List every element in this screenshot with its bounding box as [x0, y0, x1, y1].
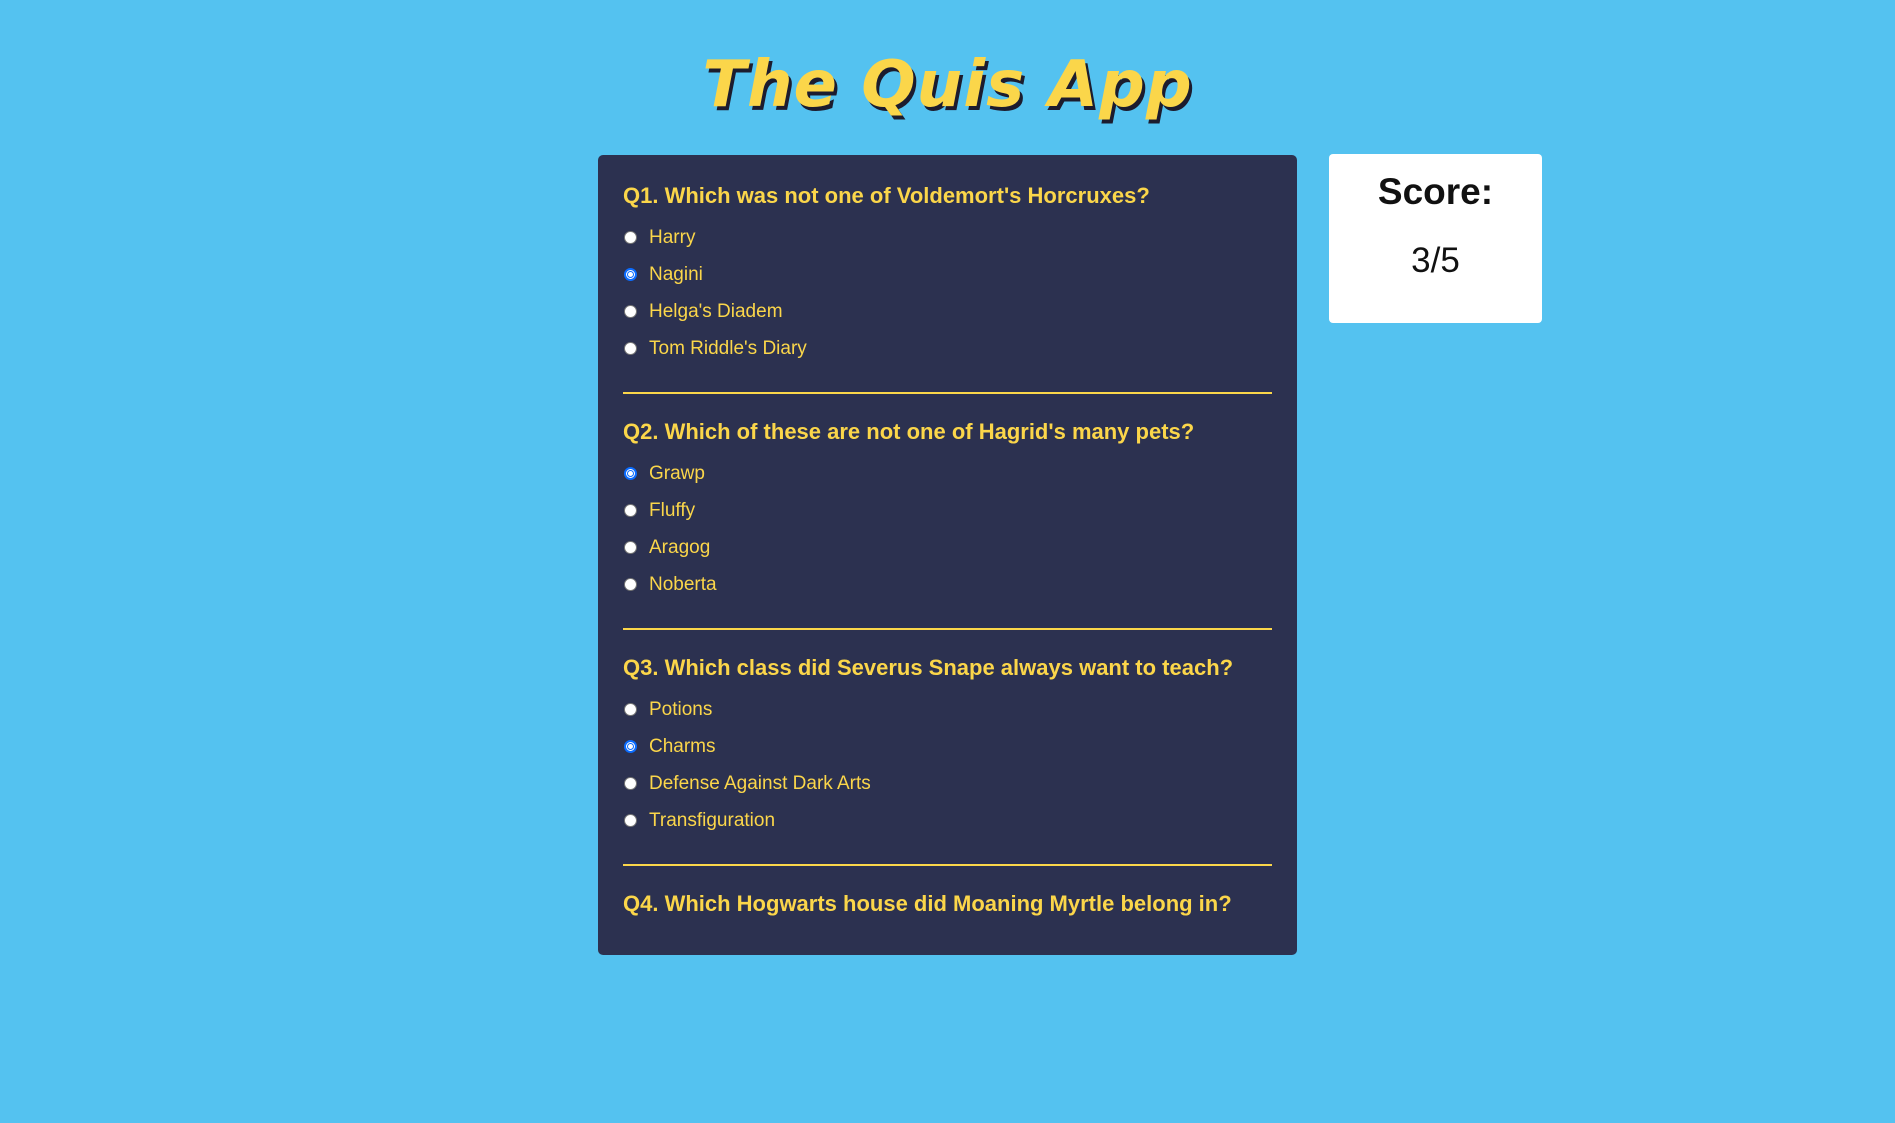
- answer-option[interactable]: Nagini: [623, 256, 1272, 293]
- answer-label[interactable]: Defense Against Dark Arts: [649, 773, 871, 795]
- radio-button-selected[interactable]: [624, 268, 637, 281]
- answer-label[interactable]: Tom Riddle's Diary: [649, 338, 807, 360]
- question-1: Q1. Which was not one of Voldemort's Hor…: [623, 179, 1272, 415]
- question-title: Q1. Which was not one of Voldemort's Hor…: [623, 183, 1150, 208]
- question-title: Q2. Which of these are not one of Hagrid…: [623, 419, 1195, 444]
- radio-button[interactable]: [624, 703, 637, 716]
- answer-option[interactable]: Tom Riddle's Diary: [623, 330, 1272, 367]
- answer-options: Grawp Fluffy Aragog Noberta: [623, 455, 1272, 603]
- answer-option[interactable]: Helga's Diadem: [623, 293, 1272, 330]
- answer-option[interactable]: Defense Against Dark Arts: [623, 765, 1272, 802]
- radio-button[interactable]: [624, 541, 637, 554]
- quiz-panel: Q1. Which was not one of Voldemort's Hor…: [598, 155, 1297, 955]
- radio-button[interactable]: [624, 814, 637, 827]
- answer-option[interactable]: Transfiguration: [623, 802, 1272, 839]
- answer-label[interactable]: Fluffy: [649, 500, 695, 522]
- app-title: The Quis App: [702, 48, 1193, 122]
- answer-option[interactable]: Aragog: [623, 529, 1272, 566]
- answer-option[interactable]: Fluffy: [623, 492, 1272, 529]
- score-value: 3/5: [1411, 241, 1460, 280]
- answer-label[interactable]: Charms: [649, 736, 716, 758]
- answer-label[interactable]: Aragog: [649, 537, 710, 559]
- answer-label[interactable]: Helga's Diadem: [649, 301, 783, 323]
- radio-button[interactable]: [624, 777, 637, 790]
- answer-label[interactable]: Transfiguration: [649, 810, 775, 832]
- radio-button[interactable]: [624, 231, 637, 244]
- radio-button-selected[interactable]: [624, 740, 637, 753]
- answer-label[interactable]: Nagini: [649, 264, 703, 286]
- answer-label[interactable]: Potions: [649, 699, 712, 721]
- question-title: Q3. Which class did Severus Snape always…: [623, 655, 1234, 680]
- answer-option[interactable]: Noberta: [623, 566, 1272, 603]
- question-4: Q4. Which Hogwarts house did Moaning Myr…: [623, 887, 1272, 1123]
- answer-option[interactable]: Charms: [623, 728, 1272, 765]
- question-divider: [623, 628, 1272, 630]
- question-title: Q4. Which Hogwarts house did Moaning Myr…: [623, 891, 1232, 916]
- answer-options: Potions Charms Defense Against Dark Arts…: [623, 691, 1272, 839]
- radio-button[interactable]: [624, 504, 637, 517]
- answer-options: Harry Nagini Helga's Diadem Tom Riddle's…: [623, 219, 1272, 367]
- answer-label[interactable]: Noberta: [649, 574, 717, 596]
- radio-button[interactable]: [624, 578, 637, 591]
- score-card: Score: 3/5: [1329, 154, 1542, 323]
- answer-option[interactable]: Harry: [623, 219, 1272, 256]
- question-2: Q2. Which of these are not one of Hagrid…: [623, 415, 1272, 651]
- answer-option[interactable]: Potions: [623, 691, 1272, 728]
- radio-button[interactable]: [624, 342, 637, 355]
- answer-label[interactable]: Grawp: [649, 463, 705, 485]
- radio-button-selected[interactable]: [624, 467, 637, 480]
- question-divider: [623, 864, 1272, 866]
- answer-option[interactable]: Grawp: [623, 455, 1272, 492]
- radio-button[interactable]: [624, 305, 637, 318]
- question-3: Q3. Which class did Severus Snape always…: [623, 651, 1272, 887]
- score-label: Score:: [1377, 171, 1494, 212]
- question-divider: [623, 392, 1272, 394]
- answer-label[interactable]: Harry: [649, 227, 695, 249]
